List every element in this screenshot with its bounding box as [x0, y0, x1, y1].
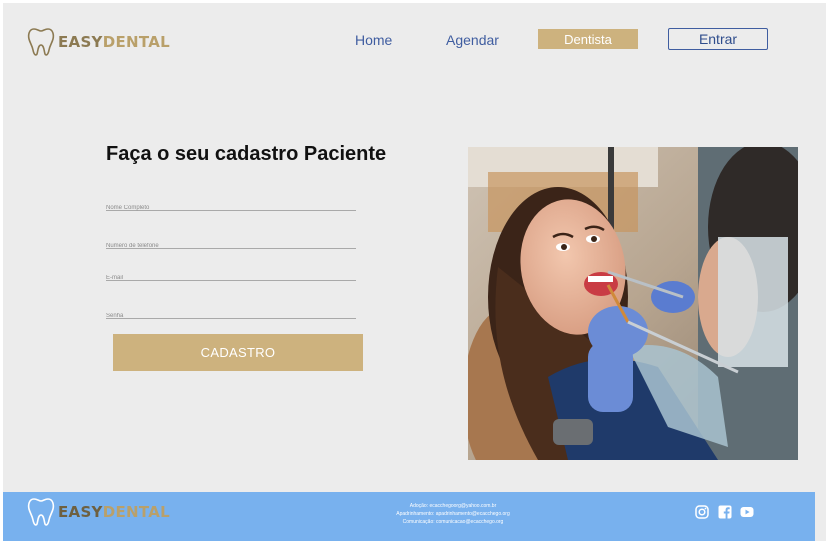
cadastro-button[interactable]: CADASTRO — [113, 334, 363, 371]
facebook-icon[interactable] — [718, 505, 732, 519]
nome-completo-field — [106, 196, 356, 214]
instagram-icon[interactable] — [695, 505, 709, 519]
footer-logo-dental: DENTAL — [102, 503, 171, 521]
form-title: Faça o seu cadastro Paciente — [106, 143, 387, 165]
tooth-icon — [27, 498, 55, 526]
logo-dental: DENTAL — [102, 33, 171, 51]
senha-field — [106, 304, 356, 322]
dentista-button[interactable]: Dentista — [538, 29, 638, 49]
email-field — [106, 266, 356, 284]
telefone-field — [106, 234, 356, 252]
logo[interactable]: EASYDENTAL — [27, 27, 170, 57]
footer-contacts: Adoção: ecacchegoorg@yahoo.com.br Apadri… — [273, 502, 633, 526]
logo-text: EASYDENTAL — [58, 33, 170, 51]
page: EASYDENTAL Home Agendar Dentista Entrar … — [3, 3, 826, 541]
contact-apadrinhamento: Apadrinhamento: apadrinhamento@ecacchego… — [396, 511, 510, 517]
youtube-icon[interactable] — [740, 505, 754, 519]
footer: EASYDENTAL Adoção: ecacchegoorg@yahoo.co… — [3, 492, 815, 541]
contact-adocao: Adoção: ecacchegoorg@yahoo.com.br — [409, 503, 497, 509]
nav-agendar-link[interactable]: Agendar — [446, 32, 499, 48]
entrar-button[interactable]: Entrar — [668, 28, 768, 50]
logo-easy: EASY — [58, 33, 103, 51]
footer-logo-text: EASYDENTAL — [58, 503, 170, 521]
senha-input[interactable] — [106, 310, 356, 322]
contact-comunicacao: Comunicação: comunicacao@ecacchego.org — [402, 519, 504, 525]
footer-logo-easy: EASY — [58, 503, 103, 521]
telefone-input[interactable] — [106, 240, 356, 252]
dental-patient-photo — [468, 147, 798, 460]
footer-logo[interactable]: EASYDENTAL — [27, 497, 170, 527]
tooth-icon — [27, 28, 55, 56]
nav-home-link[interactable]: Home — [355, 32, 392, 48]
nome-completo-input[interactable] — [106, 202, 356, 214]
email-input[interactable] — [106, 272, 356, 284]
